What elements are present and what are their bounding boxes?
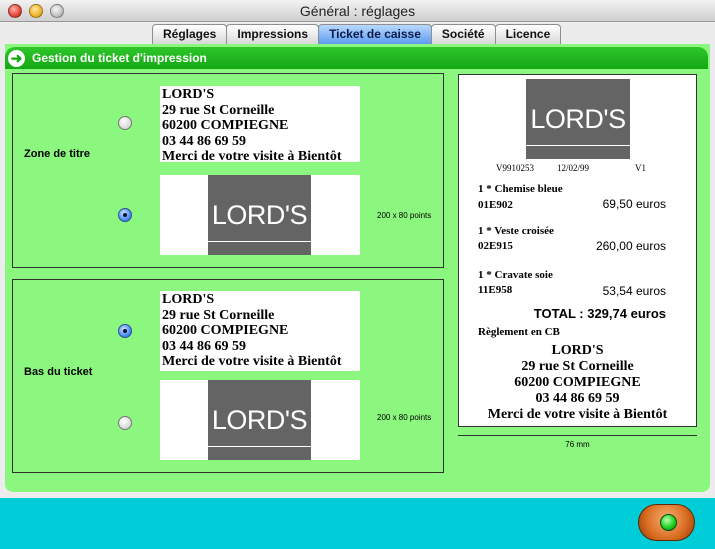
bottom-zone-label: Bas du ticket <box>24 366 93 378</box>
footer-line: 03 44 86 69 59 <box>535 391 620 406</box>
footer-line: Merci de votre visite à Bientôt <box>487 407 668 422</box>
ticket-width-label: 76 mm <box>565 440 590 449</box>
item-name: 1 * Chemise bleue <box>478 183 563 195</box>
title-logo-radio[interactable] <box>118 208 132 222</box>
title-text-line: 03 44 86 69 59 <box>162 133 246 149</box>
logo-underline <box>526 145 630 146</box>
title-logo-preview[interactable]: LORD'S <box>160 175 360 255</box>
ticket-footer: LORD'S 29 rue St Corneille 60200 COMPIEG… <box>459 343 696 423</box>
item-code: 01E902 <box>478 199 513 211</box>
tab-impressions[interactable]: Impressions <box>226 24 320 44</box>
item-code: 02E915 <box>478 240 513 252</box>
bottom-zone-group: Bas du ticket LORD'S 29 rue St Corneille… <box>12 279 444 473</box>
ticket-preview: LORD'S V9910253 12/02/99 V1 1 * Chemise … <box>458 74 697 427</box>
title-text-line: LORD'S <box>162 87 215 102</box>
logo-underline <box>208 446 311 447</box>
item-name: 1 * Veste croisée <box>478 225 554 237</box>
bottom-text-line: LORD'S <box>162 292 215 307</box>
lords-logo: LORD'S <box>526 79 630 159</box>
bottom-bar <box>0 498 715 549</box>
footer-line: 29 rue St Corneille <box>521 359 634 374</box>
lords-logo: LORD'S <box>208 380 311 460</box>
section-header: ➜ Gestion du ticket d'impression <box>5 47 708 69</box>
bottom-logo-radio[interactable] <box>118 416 132 430</box>
bottom-text-line: Merci de votre visite à Bientôt <box>162 354 342 369</box>
title-logo-size-note: 200 x 80 points <box>377 211 432 220</box>
bottom-text-radio[interactable] <box>118 324 132 338</box>
item-price: 260,00 euros <box>595 239 666 253</box>
bottom-text-line: 03 44 86 69 59 <box>162 338 246 354</box>
tab-licence[interactable]: Licence <box>494 24 562 44</box>
title-zone-label: Zone de titre <box>24 148 91 160</box>
item-price: 53,54 euros <box>602 284 666 298</box>
footer-line: 60200 COMPIEGNE <box>514 375 641 390</box>
title-text-line: 60200 COMPIEGNE <box>162 118 289 133</box>
payment-method: Règlement en CB <box>478 326 560 338</box>
item-price: 69,50 euros <box>602 197 666 211</box>
ticket-register: V1 <box>635 163 646 173</box>
ticket-date: 12/02/99 <box>557 163 590 173</box>
bottom-text-line: 60200 COMPIEGNE <box>162 323 289 338</box>
item-name: 1 * Cravate soie <box>478 269 553 281</box>
ticket-width-rule <box>458 435 697 436</box>
window-title: Général : réglages <box>299 3 416 19</box>
bottom-logo-preview[interactable]: LORD'S <box>160 380 360 460</box>
title-text-line: 29 rue St Corneille <box>162 102 275 118</box>
tab-reglages[interactable]: Réglages <box>152 24 228 44</box>
title-zone-group: Zone de titre LORD'S 29 rue St Corneille… <box>12 73 444 268</box>
ticket-id: V9910253 <box>496 163 534 173</box>
title-text-line: Merci de votre visite à Bientôt <box>162 149 342 164</box>
tab-societe[interactable]: Société <box>430 24 496 44</box>
title-text-radio[interactable] <box>118 116 132 130</box>
logo-underline <box>208 241 311 242</box>
radio-selected-dot <box>123 329 127 333</box>
bottom-text-line: 29 rue St Corneille <box>162 307 275 323</box>
title-text-preview[interactable]: LORD'S 29 rue St Corneille 60200 COMPIEG… <box>160 86 360 164</box>
tab-ticket-de-caisse[interactable]: Ticket de caisse <box>318 24 432 44</box>
arrow-right-icon: ➜ <box>8 50 25 67</box>
section-title: Gestion du ticket d'impression <box>32 51 207 65</box>
green-light-icon <box>660 514 677 531</box>
radio-selected-dot <box>123 213 127 217</box>
bottom-logo-size-note: 200 x 80 points <box>377 413 432 422</box>
tab-bar: Réglages Impressions Ticket de caisse So… <box>152 24 562 44</box>
item-code: 11E958 <box>478 284 513 296</box>
title-bar: Général : réglages <box>0 0 715 22</box>
bottom-text-preview[interactable]: LORD'S 29 rue St Corneille 60200 COMPIEG… <box>160 291 360 371</box>
lords-logo: LORD'S <box>208 175 311 255</box>
ticket-total: TOTAL : 329,74 euros <box>533 306 666 321</box>
footer-line: LORD'S <box>551 343 604 358</box>
validate-button[interactable] <box>638 504 695 541</box>
